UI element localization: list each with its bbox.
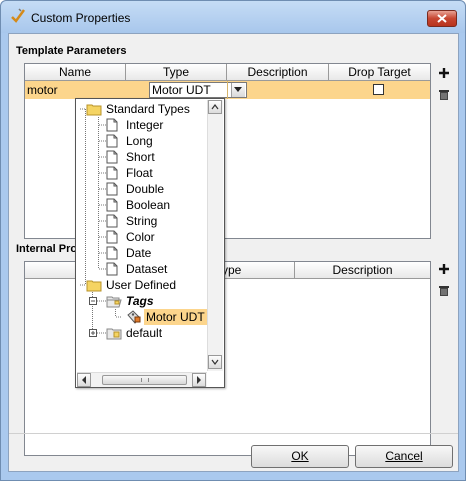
scroll-up-button[interactable] [208, 100, 222, 114]
page-icon [106, 118, 118, 132]
tree-label: Float [126, 166, 153, 180]
page-icon [106, 166, 118, 180]
vertical-scrollbar[interactable] [207, 100, 223, 371]
tree-label: Double [126, 182, 165, 196]
close-icon [437, 14, 447, 23]
cell-name[interactable]: motor [26, 81, 125, 99]
folder-icon [86, 280, 102, 292]
page-icon [106, 262, 118, 276]
column-header-description[interactable]: Description [295, 262, 430, 278]
page-icon [106, 214, 118, 228]
add-icon[interactable] [438, 67, 450, 79]
page-icon [106, 182, 118, 196]
window-title: Custom Properties [31, 11, 131, 25]
scroll-thumb[interactable] [102, 375, 187, 385]
type-combo-value: Motor UDT [152, 83, 211, 97]
tree-label: Long [126, 134, 153, 148]
trash-icon[interactable] [438, 285, 450, 297]
chevron-left-icon [82, 376, 86, 384]
ok-button[interactable]: OK [251, 445, 349, 468]
page-icon [106, 150, 118, 164]
column-header-name[interactable]: Name [25, 64, 126, 80]
tag-folder-icon [106, 328, 122, 340]
tree-label: Tags [126, 294, 154, 308]
tree-label: Integer [126, 118, 164, 132]
chevron-down-icon [211, 359, 219, 365]
cancel-button[interactable]: Cancel [355, 445, 453, 468]
open-folder-icon [106, 296, 122, 308]
column-header-description[interactable]: Description [227, 64, 329, 80]
tree-label: Dataset [126, 262, 168, 276]
udt-tag-icon [127, 310, 141, 324]
tree-label: Date [126, 246, 152, 260]
template-parameters-label: Template Parameters [16, 45, 127, 57]
folder-icon [86, 104, 102, 116]
tree-label: Short [126, 150, 155, 164]
checkmark-pencil-icon [11, 8, 26, 23]
grip-icon [141, 378, 149, 382]
chevron-up-icon [211, 104, 219, 110]
divider [9, 433, 458, 434]
chevron-right-icon [197, 376, 201, 384]
page-icon [106, 134, 118, 148]
tree-label: Standard Types [106, 102, 190, 116]
page-icon [106, 198, 118, 212]
tree-label: String [126, 214, 158, 228]
add-icon[interactable] [438, 263, 450, 275]
trash-icon[interactable] [438, 89, 450, 101]
type-dropdown-popup[interactable]: Standard Types Integer Long Short Float … [75, 98, 225, 388]
ok-button-label: OK [291, 449, 309, 463]
custom-properties-dialog: Custom Properties Template Parameters Na… [0, 0, 466, 481]
page-icon [106, 230, 118, 244]
close-button[interactable] [427, 10, 457, 27]
page-icon [106, 246, 118, 260]
cell-description[interactable] [227, 81, 329, 99]
title-bar[interactable]: Custom Properties [1, 1, 465, 33]
horizontal-scrollbar[interactable] [77, 372, 207, 387]
tree-label: User Defined [106, 278, 177, 292]
internal-properties-label: Internal Pro [16, 243, 78, 255]
tree-label: Motor UDT [144, 309, 207, 325]
tree-label: Boolean [126, 198, 171, 212]
tree-label: default [126, 326, 163, 340]
cancel-button-label: Cancel [385, 449, 423, 463]
table-header: Name Type Description Drop Target [25, 64, 430, 81]
tree-label: Color [126, 230, 155, 244]
column-header-drop-target[interactable]: Drop Target [329, 64, 430, 80]
scroll-left-button[interactable] [77, 373, 91, 387]
drop-target-checkbox[interactable] [373, 84, 384, 95]
scroll-down-button[interactable] [208, 355, 222, 369]
scroll-right-button[interactable] [192, 373, 206, 387]
column-header-type[interactable]: Type [126, 64, 227, 80]
table-row[interactable]: motor Motor UDT [25, 81, 430, 99]
